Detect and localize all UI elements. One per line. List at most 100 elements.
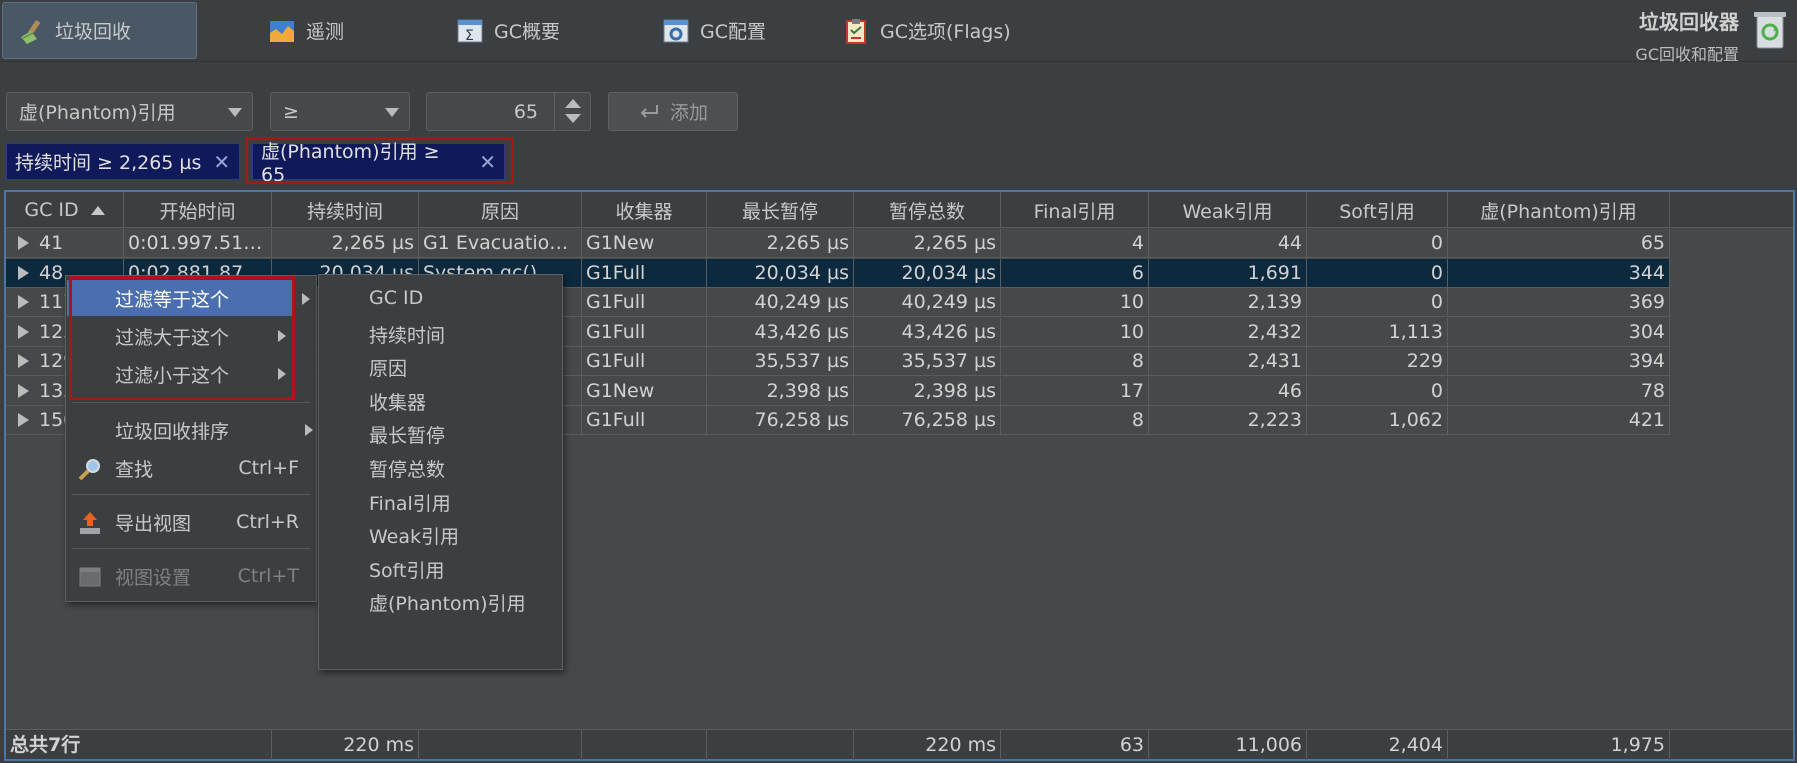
cell-soft-refs: 0 xyxy=(1307,288,1448,317)
cell-collector: G1New xyxy=(582,376,707,406)
context-menu: 过滤等于这个 过滤大于这个 过滤小于这个 垃圾回收排序 查找 Ctrl+F 导出… xyxy=(65,275,317,602)
shortcut-label: Ctrl+T xyxy=(237,565,299,587)
column-header-start-time[interactable]: 开始时间 xyxy=(124,192,272,228)
column-header-cause[interactable]: 原因 xyxy=(419,192,582,228)
cell-start-time: 0:01.997.517 [...] xyxy=(124,229,272,258)
chip-label: 持续时间 ≥ 2,265 µs xyxy=(15,152,202,174)
table-header: GC ID 开始时间 持续时间 原因 收集器 最长暂停 暂停总数 Final引用… xyxy=(6,192,1793,228)
filter-operator-combobox[interactable]: ≥ xyxy=(270,92,410,131)
footer-phantom-total: 1,975 xyxy=(1448,730,1670,760)
cell-gc-id[interactable]: 41 xyxy=(6,229,124,258)
table-row[interactable]: 410:01.997.517 [...]2,265 µsG1 Evacuatio… xyxy=(6,229,1670,258)
column-header-weak-refs[interactable]: Weak引用 xyxy=(1149,192,1307,228)
menu-separator xyxy=(72,402,310,403)
cell-total-pause: 2,398 µs xyxy=(854,376,1001,406)
expand-triangle-icon[interactable] xyxy=(18,413,29,427)
menu-item-gc-sort[interactable]: 垃圾回收排序 xyxy=(67,412,317,448)
menu-item-view-settings[interactable]: 视图设置 Ctrl+T xyxy=(67,558,317,594)
submenu-item[interactable]: 持续时间 xyxy=(369,321,445,348)
cell-collector: G1New xyxy=(582,229,707,258)
submenu-item[interactable]: Soft引用 xyxy=(369,556,445,583)
cell-total-pause: 2,265 µs xyxy=(854,229,1001,258)
cell-weak-refs: 46 xyxy=(1149,376,1307,406)
brand-subtitle: GC回收和配置 xyxy=(1635,45,1739,64)
column-header-phantom-refs[interactable]: 虚(Phantom)引用 xyxy=(1448,192,1670,228)
shortcut-label: Ctrl+R xyxy=(236,511,299,533)
footer-empty xyxy=(707,730,854,760)
submenu-item[interactable]: Final引用 xyxy=(369,489,451,516)
brand-block: 垃圾回收器 GC回收和配置 xyxy=(1635,6,1739,65)
expand-triangle-icon[interactable] xyxy=(18,324,29,339)
menu-item-export-view[interactable]: 导出视图 Ctrl+R xyxy=(67,504,317,540)
submenu-item[interactable]: 原因 xyxy=(369,354,407,381)
cell-longest-pause: 76,258 µs xyxy=(707,406,854,435)
expand-triangle-icon[interactable] xyxy=(18,354,29,368)
submenu-item[interactable]: GC ID xyxy=(369,287,423,309)
cell-final-refs: 17 xyxy=(1001,376,1149,406)
config-gear-icon xyxy=(663,19,689,42)
tab-label: 垃圾回收 xyxy=(55,21,132,43)
chevron-down-icon xyxy=(385,108,399,117)
submenu-item[interactable]: 暂停总数 xyxy=(369,455,445,482)
cell-longest-pause: 20,034 µs xyxy=(707,258,854,288)
expand-triangle-icon[interactable] xyxy=(18,265,29,280)
submenu-item[interactable]: 最长暂停 xyxy=(369,421,445,448)
menu-item-find[interactable]: 查找 Ctrl+F xyxy=(67,450,317,486)
column-header-collector[interactable]: 收集器 xyxy=(582,192,707,228)
cell-duration: 2,265 µs xyxy=(272,229,419,258)
cell-collector: G1Full xyxy=(582,288,707,317)
tab-telemetry[interactable]: 遥测 xyxy=(254,2,358,59)
tab-gc-config[interactable]: GC配置 xyxy=(648,2,780,59)
cell-longest-pause: 2,265 µs xyxy=(707,229,854,258)
menu-item-filter-less[interactable]: 过滤小于这个 xyxy=(67,356,294,392)
cell-phantom-refs: 421 xyxy=(1448,406,1670,435)
cell-soft-refs: 0 xyxy=(1307,376,1448,406)
return-arrow-icon xyxy=(640,104,658,118)
spinner-up-icon[interactable] xyxy=(565,99,581,108)
column-header-longest-pause[interactable]: 最长暂停 xyxy=(707,192,854,228)
brand-title: 垃圾回收器 xyxy=(1639,10,1739,34)
submenu-columns: GC ID 持续时间原因收集器最长暂停暂停总数 Final引用 Weak引用 Soft引… xyxy=(318,274,563,670)
column-header-gc-id[interactable]: GC ID xyxy=(6,192,124,228)
tab-garbage-collection[interactable]: 垃圾回收 xyxy=(2,2,197,59)
top-toolbar: 垃圾回收 遥测 Σ GC概要 GC配置 GC选项(Flags) 垃圾回收器 GC… xyxy=(0,0,1797,65)
add-filter-button[interactable]: 添加 xyxy=(608,92,738,131)
tab-gc-summary[interactable]: Σ GC概要 xyxy=(442,2,574,59)
footer-weak-total: 11,006 xyxy=(1149,730,1307,760)
expand-triangle-icon[interactable] xyxy=(18,383,29,398)
cell-collector: G1Full xyxy=(582,258,707,288)
filter-number-value[interactable]: 65 xyxy=(514,101,538,123)
column-header-total-pause[interactable]: 暂停总数 xyxy=(854,192,1001,228)
submenu-item[interactable]: 虚(Phantom)引用 xyxy=(369,589,526,616)
filter-number-spinner[interactable]: 65 xyxy=(426,92,591,131)
cell-total-pause: 43,426 µs xyxy=(854,317,1001,347)
tab-label: GC概要 xyxy=(494,21,560,43)
cell-weak-refs: 2,223 xyxy=(1149,406,1307,435)
menu-item-filter-greater[interactable]: 过滤大于这个 xyxy=(67,318,294,354)
column-header-final-refs[interactable]: Final引用 xyxy=(1001,192,1149,228)
chip-label: 虚(Phantom)引用 ≥ 65 xyxy=(261,141,440,186)
close-icon[interactable]: ✕ xyxy=(479,150,496,174)
filter-field-combobox[interactable]: 虚(Phantom)引用 xyxy=(6,92,253,131)
tab-label: GC选项(Flags) xyxy=(880,21,1011,43)
cell-total-pause: 20,034 µs xyxy=(854,258,1001,288)
tab-gc-flags[interactable]: GC选项(Flags) xyxy=(828,2,1025,59)
svg-text:Σ: Σ xyxy=(465,28,474,44)
column-header-soft-refs[interactable]: Soft引用 xyxy=(1307,192,1448,228)
expand-triangle-icon[interactable] xyxy=(18,236,29,250)
expand-triangle-icon[interactable] xyxy=(18,295,29,309)
export-upload-icon xyxy=(80,512,100,534)
spinner-down-icon[interactable] xyxy=(565,114,581,123)
menu-item-filter-equal[interactable]: 过滤等于这个 xyxy=(67,280,294,316)
cell-total-pause: 40,249 µs xyxy=(854,288,1001,317)
close-icon[interactable]: ✕ xyxy=(213,150,230,174)
cell-soft-refs: 1,113 xyxy=(1307,317,1448,347)
footer-empty xyxy=(582,730,707,760)
cell-soft-refs: 0 xyxy=(1307,258,1448,288)
cell-final-refs: 8 xyxy=(1001,406,1149,435)
submenu-item[interactable]: 收集器 xyxy=(369,388,426,415)
spinner-buttons xyxy=(554,93,590,130)
cell-longest-pause: 35,537 µs xyxy=(707,347,854,376)
submenu-item[interactable]: Weak引用 xyxy=(369,522,459,549)
column-header-duration[interactable]: 持续时间 xyxy=(272,192,419,228)
